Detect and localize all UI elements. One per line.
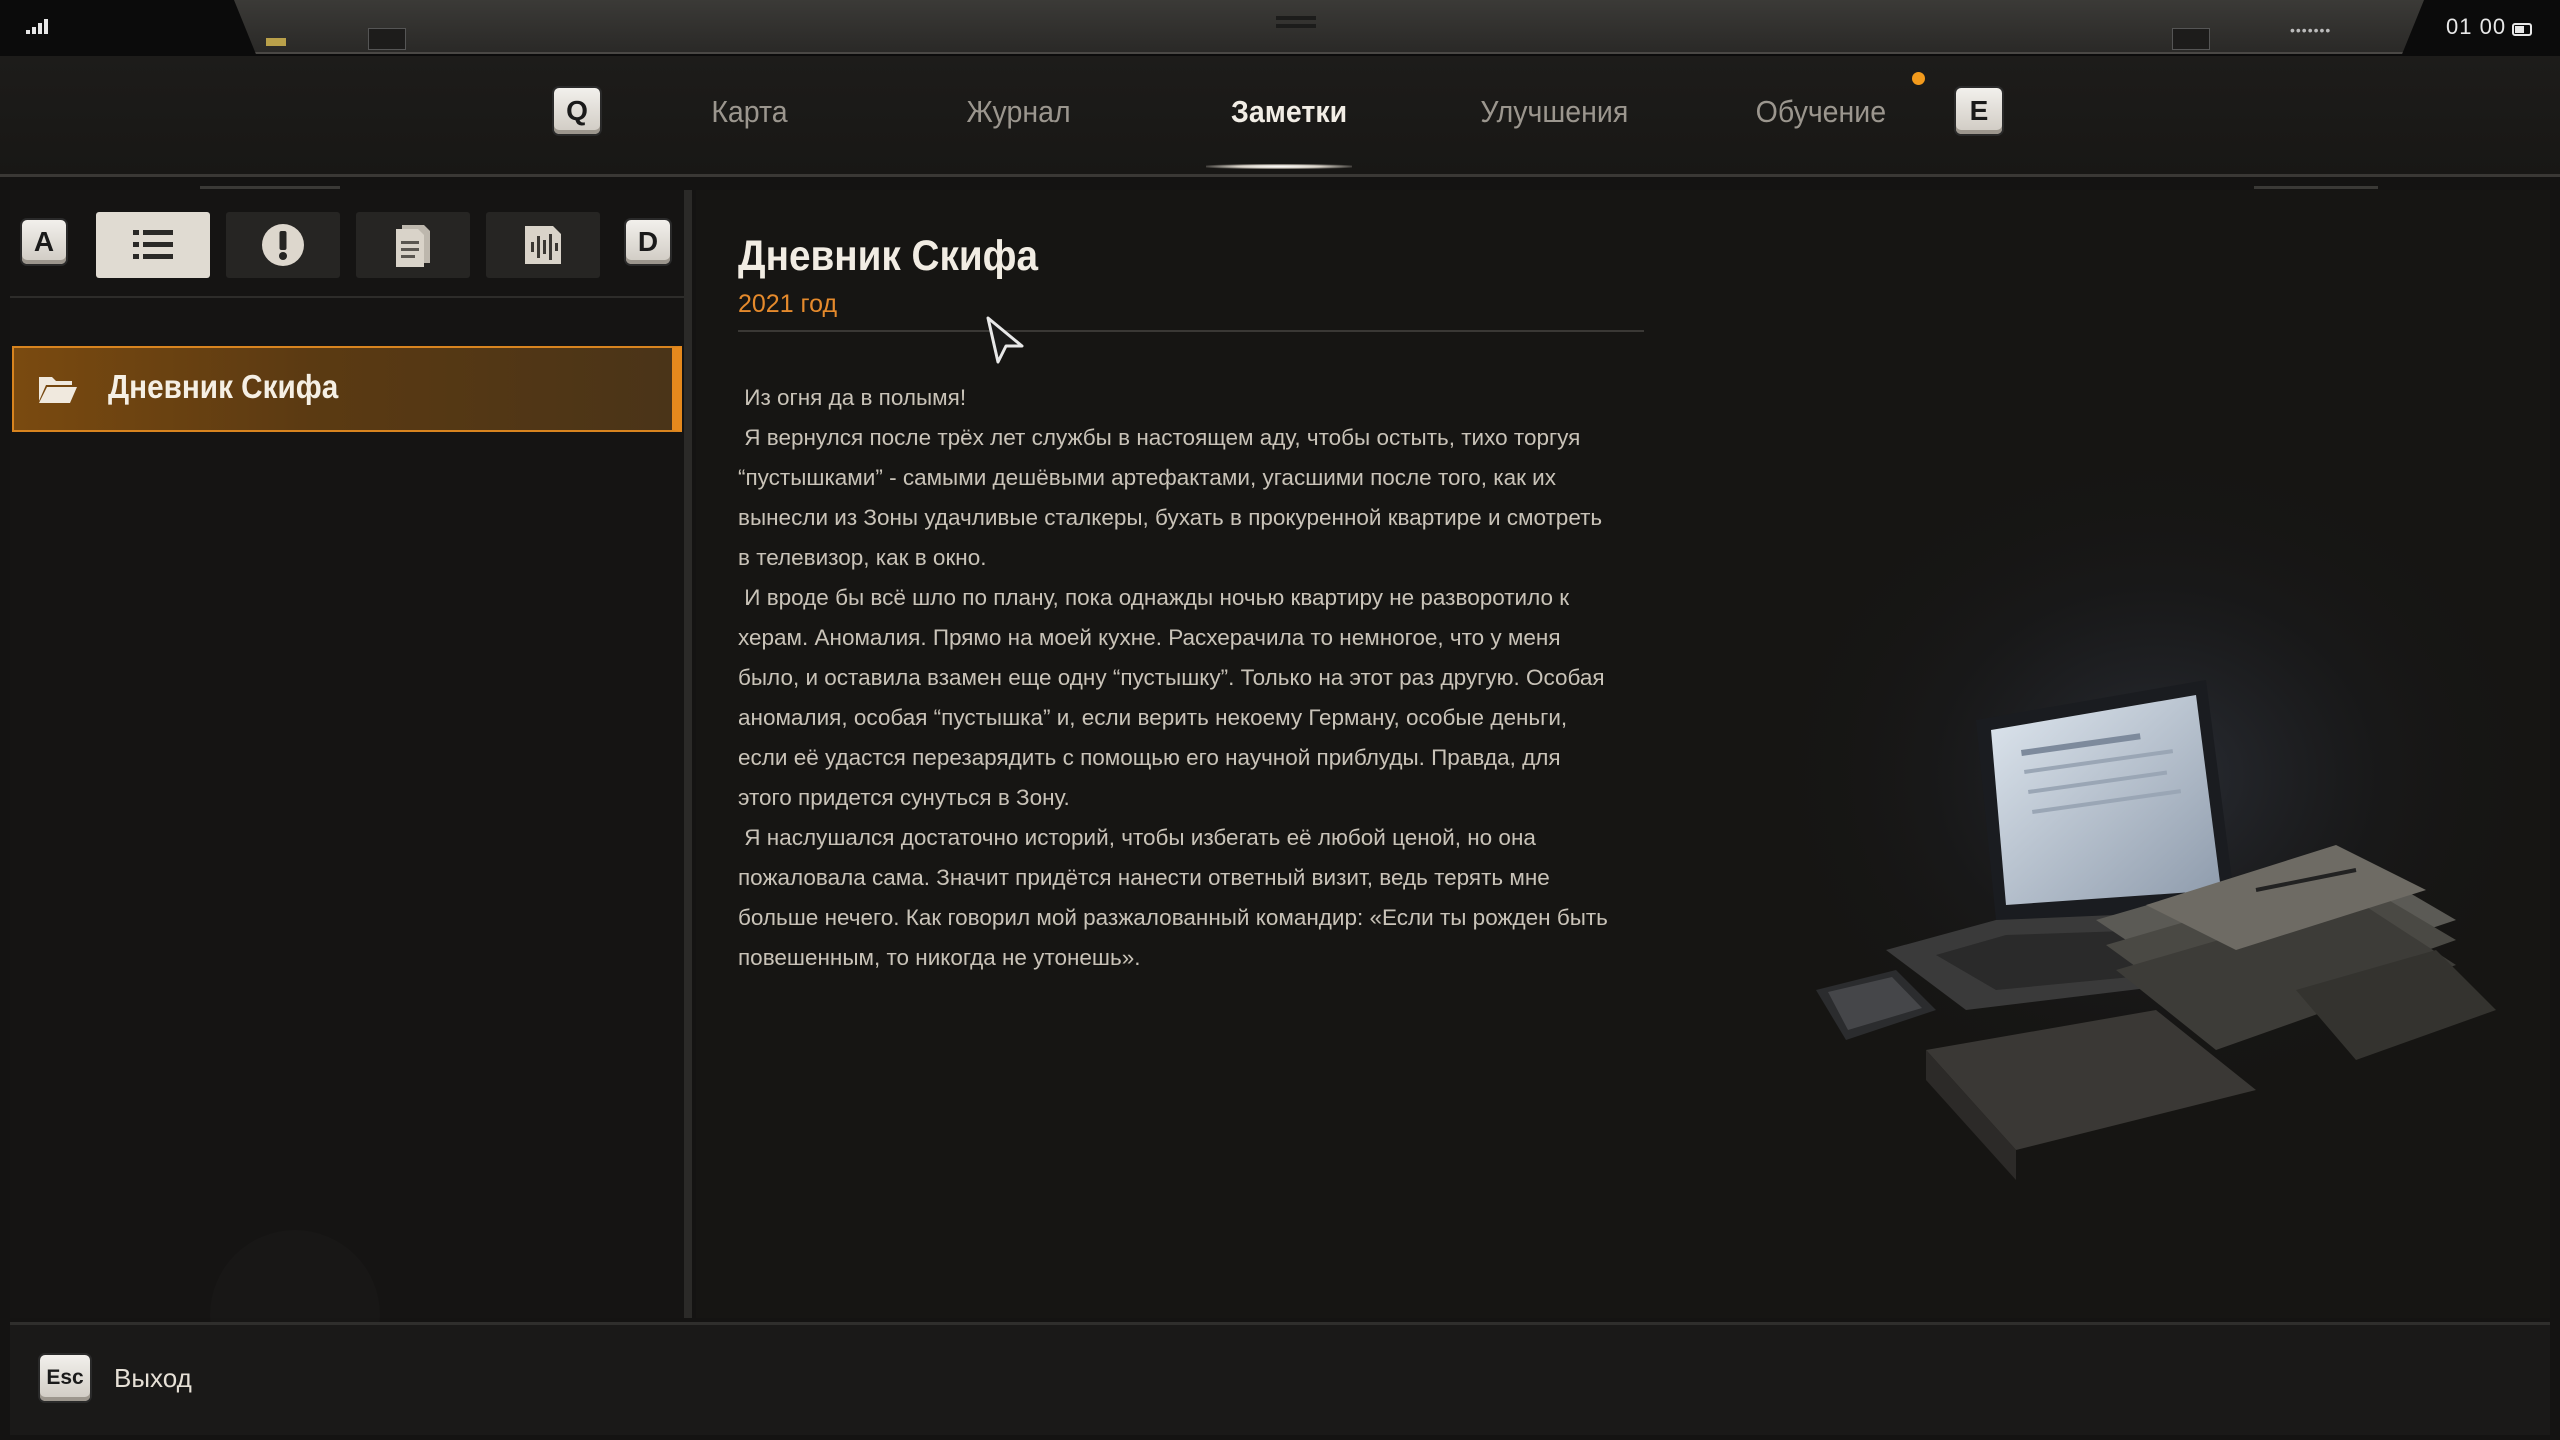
filter-audio-button[interactable] bbox=[486, 212, 600, 278]
panel-edge-highlight bbox=[2254, 186, 2378, 189]
tab-bar: Q Карта Журнал Заметки Улучшения Обучени… bbox=[0, 56, 2560, 177]
filter-important-button[interactable] bbox=[226, 212, 340, 278]
note-list-item-label: Дневник Скифа bbox=[108, 368, 339, 405]
prev-filter-key[interactable]: A bbox=[22, 220, 66, 264]
note-content-panel: Дневник Скифа 2021 год Из огня да в полы… bbox=[696, 190, 2550, 1318]
mouse-cursor-icon bbox=[986, 316, 1024, 364]
note-body: Из огня да в полымя! Я вернулся после тр… bbox=[738, 378, 1618, 978]
tab-map[interactable]: Карта bbox=[711, 94, 787, 130]
filter-bar: A D bbox=[10, 190, 684, 298]
document-icon bbox=[396, 225, 430, 267]
esc-key[interactable]: Esc bbox=[40, 1355, 90, 1401]
folder-open-icon bbox=[39, 377, 77, 403]
plate-notch bbox=[368, 28, 406, 50]
signal-bars-icon bbox=[26, 18, 54, 34]
next-filter-key[interactable]: D bbox=[626, 220, 670, 264]
note-paragraph: Из огня да в полымя! bbox=[738, 385, 967, 410]
note-list-item-skif-diary[interactable]: Дневник Скифа bbox=[12, 346, 682, 432]
note-paragraph: Я наслушался достаточно историй, чтобы и… bbox=[738, 825, 1615, 970]
active-tab-indicator bbox=[1206, 164, 1352, 169]
tab-tutorial[interactable]: Обучение bbox=[1756, 94, 1886, 130]
pda-top-plate: ••••••• bbox=[234, 0, 2424, 54]
plate-dots: ••••••• bbox=[2290, 22, 2332, 38]
prev-tab-key[interactable]: Q bbox=[554, 88, 600, 134]
note-title: Дневник Скифа bbox=[738, 232, 1039, 280]
note-date: 2021 год bbox=[738, 290, 838, 318]
panel-edge-highlight bbox=[200, 186, 340, 189]
filter-all-button[interactable] bbox=[96, 212, 210, 278]
audio-icon bbox=[525, 226, 561, 264]
note-divider bbox=[738, 330, 1644, 332]
tab-upgrades[interactable]: Улучшения bbox=[1480, 94, 1628, 130]
notification-dot bbox=[1912, 72, 1925, 85]
plate-notch bbox=[2172, 28, 2210, 50]
exit-button[interactable]: Выход bbox=[114, 1363, 192, 1394]
filter-documents-button[interactable] bbox=[356, 212, 470, 278]
clock: 01 00 bbox=[2446, 14, 2507, 39]
note-paragraph: И вроде бы всё шло по плану, пока однажд… bbox=[738, 585, 1611, 810]
exclamation-icon bbox=[262, 224, 304, 266]
next-tab-key[interactable]: E bbox=[1956, 88, 2002, 134]
footer-bar: Esc Выход bbox=[10, 1322, 2550, 1435]
notes-list-panel: A D Дневник Скифа bbox=[10, 190, 692, 1318]
plate-indicator bbox=[266, 38, 286, 46]
battery-icon bbox=[2512, 23, 2532, 36]
list-icon bbox=[133, 230, 173, 259]
plate-handle bbox=[1276, 16, 1316, 20]
tab-journal[interactable]: Журнал bbox=[967, 94, 1071, 130]
note-paragraph: Я вернулся после трёх лет службы в насто… bbox=[738, 425, 1609, 570]
laptop-illustration bbox=[1756, 470, 2536, 1180]
status-bar: ••••••• 01 00 bbox=[0, 0, 2560, 56]
tab-notes[interactable]: Заметки bbox=[1231, 94, 1347, 130]
